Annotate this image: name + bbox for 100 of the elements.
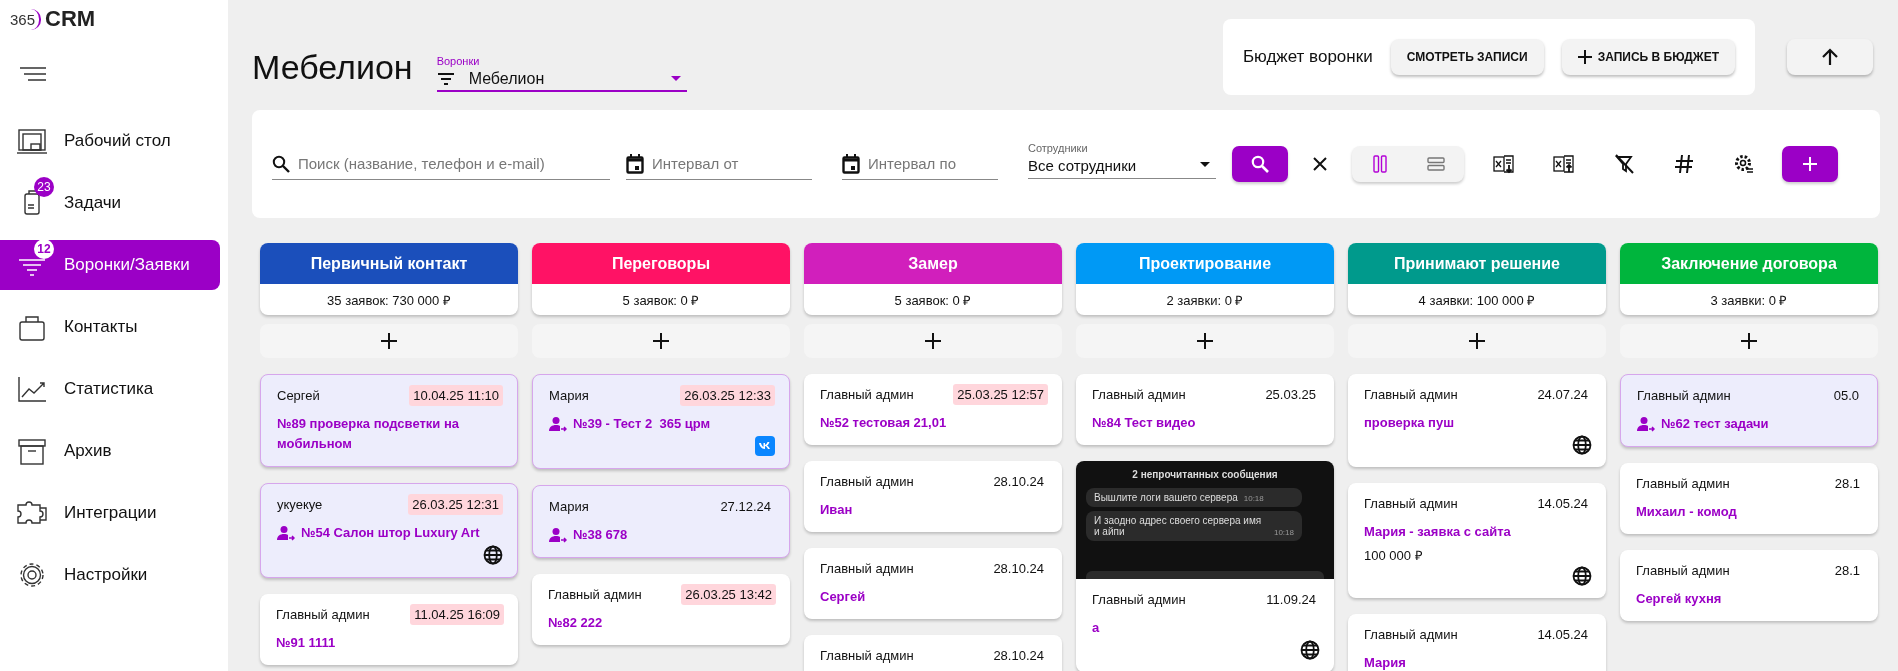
lead-card[interactable]: Мария 26.03.25 12:33 №39 - Тест 2 365 црм [532, 374, 790, 469]
card-title[interactable]: №84 Тест видео [1092, 413, 1196, 433]
lead-card[interactable]: укуекуе 26.03.25 12:31 №54 Салон штор Luxury Art [260, 483, 518, 578]
card-date: 28.1 [1833, 475, 1861, 493]
lead-card[interactable]: Главный админ 14.05.24 Мария - заявка с сайта 100 000 ₽ [1348, 483, 1606, 598]
card-title[interactable]: Сергей кухня [1636, 589, 1722, 609]
plus-icon [1469, 333, 1485, 349]
stage-summary: 35 заявок: 730 000 ₽ [326, 292, 452, 310]
card-author: Главный админ [1364, 387, 1458, 402]
card-title[interactable]: а [1092, 618, 1100, 638]
nav-item[interactable]: Архив [0, 426, 220, 476]
card-date: 26.03.25 12:31 [408, 494, 503, 515]
chat-notice: 2 непрочитанных сообщения [1131, 469, 1279, 480]
card-amount: 100 000 ₽ [1364, 547, 1424, 564]
card-author: Мария [549, 388, 589, 403]
nav-item[interactable]: 23 Задачи [0, 178, 220, 228]
stage-summary: 5 заявок: 0 ₽ [621, 292, 701, 310]
card-date: 10.04.25 11:10 [409, 385, 503, 406]
message-text: И заодно адрес своего сервера имя и айпи [1094, 515, 1263, 537]
stage-title: Замер [804, 243, 1062, 284]
count-badge: 12 [34, 239, 54, 259]
spreadsheet-icon [1493, 154, 1515, 174]
card-title[interactable]: №89 проверка подсветки на мобильном [277, 414, 503, 454]
lead-card[interactable]: Главный админ 25.03.25 12:57 №52 тестовая 21,01 [804, 374, 1062, 445]
lead-card[interactable]: Главный админ 24.07.24 проверка пуш [1348, 374, 1606, 467]
card-date: 28.1 [1833, 562, 1861, 580]
search-button[interactable] [1232, 146, 1288, 182]
card-title[interactable]: Иван [820, 500, 853, 520]
add-budget-button[interactable]: ЗАПИСЬ В БЮДЖЕТ [1561, 39, 1735, 75]
menu-icon[interactable] [18, 66, 48, 82]
stage-title: Первичный контакт [260, 243, 518, 284]
globe-icon [1572, 566, 1592, 586]
lead-card[interactable]: Главный админ 25.03.25 №84 Тест видео [1076, 374, 1334, 445]
card-title[interactable]: Сергей [820, 587, 866, 607]
card-date: 28.10.24 [992, 560, 1045, 578]
logo-mark: 365 [10, 8, 42, 30]
lead-card[interactable]: Главный админ 05.0 №62 тест задачи [1620, 374, 1878, 447]
card-date: 14.05.24 [1536, 626, 1589, 644]
nav-item[interactable]: Интеграции [0, 488, 220, 538]
date-to-field[interactable]: Интервал по [866, 154, 998, 173]
card-author: Главный админ [820, 387, 914, 402]
lead-card[interactable]: Главный админ 14.05.24 Мария [1348, 614, 1606, 671]
nav-item[interactable]: Рабочий стол [0, 116, 220, 166]
card-date: 28.10.24 [992, 647, 1045, 665]
employees-select[interactable]: Сотрудники Все сотрудники [1028, 141, 1216, 179]
budget-label: Бюджет воронки [1242, 47, 1373, 67]
lead-card[interactable]: Главный админ 28.1 Михаил - комод [1620, 463, 1878, 534]
card-title[interactable]: №39 - Тест 2 365 црм [573, 414, 711, 434]
calendar-icon [626, 153, 644, 174]
lead-card[interactable]: Главный админ 28.10.24 Иван [804, 461, 1062, 532]
search-field[interactable]: Поиск (название, телефон и e-mail) [296, 154, 610, 173]
lead-card[interactable]: Главный админ 28.1 Сергей кухня [1620, 550, 1878, 621]
card-author: Главный админ [1637, 388, 1731, 403]
nav-item[interactable]: 12 Воронки/Заявки [0, 240, 220, 290]
message-text: Вышлите логи вашего сервера [1094, 492, 1238, 503]
message-time: 10:18 [1273, 528, 1294, 537]
card-title[interactable]: №91 1111 [276, 633, 336, 653]
funnel-select[interactable]: Воронки Мебелион [436, 55, 687, 92]
rows-icon [1427, 157, 1445, 171]
card-author: Главный админ [1636, 563, 1730, 578]
card-author: Главный админ [820, 474, 914, 489]
card-title[interactable]: №62 тест задачи [1661, 414, 1769, 434]
scroll-up-button[interactable] [1787, 39, 1873, 75]
card-author: Главный админ [1092, 387, 1186, 402]
card-author: Главный админ [548, 587, 642, 602]
card-date: 24.07.24 [1536, 386, 1589, 404]
spreadsheet-icon [1553, 154, 1575, 174]
lead-card[interactable]: Главный админ 11.04.25 16:09 №91 1111 [260, 594, 518, 665]
card-title[interactable]: проверка пуш [1364, 413, 1454, 433]
card-date: 11.09.24 [1265, 591, 1317, 609]
card-author: Главный админ [1092, 592, 1186, 607]
stage-title: Проектирование [1076, 243, 1334, 284]
columns-icon [1373, 155, 1387, 173]
card-title[interactable]: Михаил - комод [1636, 502, 1737, 522]
card-author: Главный админ [820, 648, 914, 663]
card-title[interactable]: №54 Салон штор Luxury Art [301, 523, 480, 543]
card-title[interactable]: №82 222 [548, 613, 603, 633]
nav-item[interactable]: Контакты [0, 302, 220, 352]
search-icon [272, 154, 290, 173]
card-title[interactable]: Мария [1364, 653, 1406, 671]
add-lead-button[interactable] [1782, 146, 1838, 182]
stage-title: Заключение договора [1620, 243, 1878, 284]
lead-card[interactable]: Мария 27.12.24 №38 678 [532, 485, 790, 558]
nav-item[interactable]: Статистика [0, 364, 220, 414]
count-badge: 23 [34, 177, 54, 197]
lead-card[interactable]: Главный админ 28.10.24 [804, 635, 1062, 671]
view-records-button[interactable]: СМОТРЕТЬ ЗАПИСИ [1390, 39, 1544, 75]
lead-card[interactable]: Сергей 10.04.25 11:10 №89 проверка подсветки на мобильном [260, 374, 518, 467]
lead-card[interactable]: 2 непрочитанных сообщения Вышлите логи вашего сервера 10:18 И заодно адрес своего сервера имя и айпи 10:18 Главный админ 11.09.24 а [1076, 461, 1334, 671]
date-from-field[interactable]: Интервал от [650, 154, 812, 173]
card-title[interactable]: №52 тестовая 21,01 [820, 413, 947, 433]
filter-icon [436, 72, 455, 86]
lead-card[interactable]: Главный админ 26.03.25 13:42 №82 222 [532, 574, 790, 645]
card-title[interactable]: Мария - заявка с сайта [1364, 522, 1511, 542]
card-author: Главный админ [1364, 496, 1458, 511]
filter-off-icon [1614, 154, 1634, 174]
lead-card[interactable]: Главный админ 28.10.24 Сергей [804, 548, 1062, 619]
nav-item[interactable]: Настройки [0, 550, 220, 600]
caret-icon [1200, 162, 1210, 168]
card-title[interactable]: №38 678 [573, 525, 628, 545]
